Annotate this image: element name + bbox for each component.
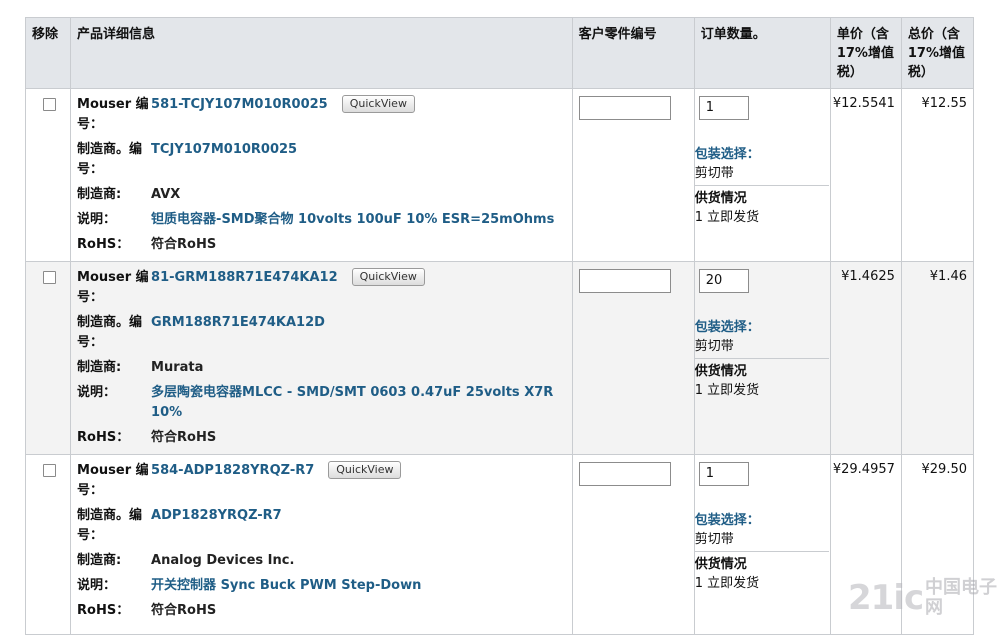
rohs-label: RoHS： [77, 603, 130, 618]
supply-text: 立即发货 [707, 576, 760, 591]
unit-price: ¥12.5541 [829, 88, 902, 262]
rohs-label: RoHS： [77, 430, 130, 445]
table-row: Mouser 编号： 581-TCJY107M010R0025 QuickView … [24, 88, 975, 262]
mouser-no-label: Mouser 编号： [77, 97, 149, 132]
total-price: ¥1.46 [900, 261, 975, 455]
watermark-site: 中国电子网 [925, 577, 997, 618]
desc-link[interactable]: 多层陶瓷电容器MLCC - SMD/SMT 0603 0.47uF 25volt… [151, 385, 553, 420]
mouser-no-link[interactable]: 581-TCJY107M010R0025 [151, 97, 328, 112]
customer-part-cell [571, 261, 695, 455]
desc-label: 说明： [77, 385, 117, 400]
remove-checkbox[interactable] [43, 464, 56, 477]
table-row: Mouser 编号： 81-GRM188R71E474KA12 QuickView … [24, 261, 975, 455]
table-row: Mouser 编号： 584-ADP1828YRQZ-R7 QuickView 制造… [24, 454, 975, 635]
mfr-label: 制造商: [77, 360, 122, 375]
unit-price: ¥1.4625 [829, 261, 902, 455]
customer-part-input[interactable] [578, 462, 671, 486]
supply-text: 立即发货 [707, 383, 760, 398]
mfr-no-label: 制造商。编号： [77, 508, 143, 543]
mouser-no-link[interactable]: 584-ADP1828YRQZ-R7 [151, 463, 314, 478]
remove-cell [24, 88, 72, 262]
cart-table: 移除 产品详细信息 客户零件编号 订单数量。 单价（含17%增值税） 总价（含1… [24, 17, 975, 635]
mfr-label: 制造商: [77, 187, 122, 202]
packaging-value: 剪切带 [694, 532, 734, 547]
desc-label: 说明： [77, 212, 117, 227]
qty-cell: 20 包装选择： 剪切带 供货情况 1 立即发货 [693, 261, 831, 455]
packaging-label[interactable]: 包装选择： [695, 145, 830, 164]
rohs-value: 符合RoHS [151, 237, 217, 252]
header-customer-part: 客户零件编号 [571, 17, 695, 89]
quickview-button[interactable]: QuickView [328, 461, 402, 479]
customer-part-cell [571, 88, 695, 262]
packaging-value: 剪切带 [694, 339, 734, 354]
header-remove: 移除 [24, 17, 72, 89]
mfr-no-link[interactable]: TCJY107M010R0025 [151, 142, 297, 157]
mouser-no-label: Mouser 编号： [77, 463, 149, 498]
desc-link[interactable]: 钽质电容器-SMD聚合物 10volts 100uF 10% ESR=25mOh… [151, 212, 554, 227]
mfr-no-link[interactable]: ADP1828YRQZ-R7 [151, 508, 282, 523]
desc-label: 说明： [77, 578, 117, 593]
rohs-value: 符合RoHS [151, 430, 217, 445]
qty-cell: 1 包装选择： 剪切带 供货情况 1 立即发货 [693, 454, 831, 635]
remove-cell [24, 454, 72, 635]
rohs-value: 符合RoHS [151, 603, 217, 618]
packaging-label[interactable]: 包装选择： [695, 318, 830, 337]
mouser-no-label: Mouser 编号： [77, 270, 149, 305]
header-total-price: 总价（含17%增值税） [900, 17, 975, 89]
supply-count: 1 [694, 210, 703, 225]
quickview-button[interactable]: QuickView [351, 268, 425, 286]
header-row: 移除 产品详细信息 客户零件编号 订单数量。 单价（含17%增值税） 总价（含1… [24, 17, 975, 89]
supply-label: 供货情况 [694, 364, 747, 379]
header-product-info: 产品详细信息 [70, 17, 573, 89]
supply-label: 供货情况 [694, 557, 747, 572]
mouser-no-link[interactable]: 81-GRM188R71E474KA12 [151, 270, 338, 285]
mfr-value: AVX [151, 187, 181, 202]
header-unit-price: 单价（含17%增值税） [829, 17, 902, 89]
remove-cell [24, 261, 72, 455]
desc-link[interactable]: 开关控制器 Sync Buck PWM Step-Down [151, 578, 421, 593]
quickview-button[interactable]: QuickView [341, 95, 415, 113]
supply-count: 1 [694, 383, 703, 398]
customer-part-cell [571, 454, 695, 635]
mfr-no-label: 制造商。编号： [77, 315, 143, 350]
cart-table-wrapper: 移除 产品详细信息 客户零件编号 订单数量。 单价（含17%增值税） 总价（含1… [24, 17, 975, 635]
rohs-label: RoHS： [77, 237, 130, 252]
mfr-no-label: 制造商。编号： [77, 142, 143, 177]
remove-checkbox[interactable] [43, 98, 56, 111]
customer-part-input[interactable] [578, 269, 671, 293]
mfr-label: 制造商: [77, 553, 122, 568]
remove-checkbox[interactable] [43, 271, 56, 284]
supply-label: 供货情况 [694, 191, 747, 206]
supply-text: 立即发货 [707, 210, 760, 225]
total-price: ¥12.55 [900, 88, 975, 262]
product-info-cell: Mouser 编号： 81-GRM188R71E474KA12 QuickView … [70, 261, 573, 455]
mfr-no-link[interactable]: GRM188R71E474KA12D [151, 315, 325, 330]
qty-input[interactable]: 1 [698, 96, 749, 120]
product-info-cell: Mouser 编号： 581-TCJY107M010R0025 QuickView … [70, 88, 573, 262]
header-order-qty: 订单数量。 [693, 17, 831, 89]
qty-input[interactable]: 1 [698, 462, 749, 486]
mfr-value: Analog Devices Inc. [151, 553, 295, 568]
packaging-value: 剪切带 [694, 166, 734, 181]
qty-input[interactable]: 20 [698, 269, 749, 293]
customer-part-input[interactable] [578, 96, 671, 120]
supply-count: 1 [694, 576, 703, 591]
product-info-cell: Mouser 编号： 584-ADP1828YRQZ-R7 QuickView 制造… [70, 454, 573, 635]
watermark-logo: 21ic [848, 578, 924, 618]
packaging-label[interactable]: 包装选择： [695, 511, 830, 530]
qty-cell: 1 包装选择： 剪切带 供货情况 1 立即发货 [693, 88, 831, 262]
mfr-value: Murata [151, 360, 204, 375]
